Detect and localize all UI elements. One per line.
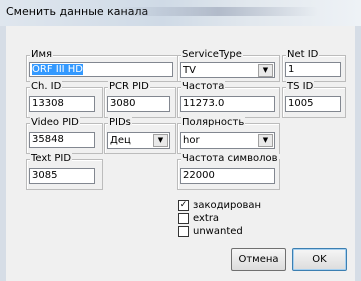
checkmark-icon[interactable]: ✓ xyxy=(178,200,189,211)
text-pid-label: Text PID xyxy=(30,153,73,165)
encrypted-label: закодирован xyxy=(193,200,262,211)
unwanted-label: unwanted xyxy=(193,226,243,237)
polarity-select[interactable]: hor ▼ xyxy=(180,132,275,149)
ts-id-label: TS ID xyxy=(286,81,315,93)
dialog-window: Сменить данные канала Имя ORF III HD Ser… xyxy=(0,0,361,281)
video-pid-input[interactable]: 35848 xyxy=(29,132,95,148)
pcr-pid-label: PCR PID xyxy=(108,81,150,93)
checkbox-box[interactable] xyxy=(178,226,189,237)
video-pid-label: Video PID xyxy=(30,117,80,129)
service-type-select[interactable]: TV ▼ xyxy=(180,62,275,78)
dropdown-arrow-icon[interactable]: ▼ xyxy=(258,64,273,77)
dialog-client: Имя ORF III HD ServiceType TV ▼ Net ID 1… xyxy=(6,26,355,281)
symbol-rate-label: Частота символов xyxy=(181,153,279,165)
cancel-button[interactable]: Отмена xyxy=(231,248,286,271)
pids-select[interactable]: Дец ▼ xyxy=(107,132,170,149)
name-label: Имя xyxy=(30,49,54,61)
dropdown-arrow-icon[interactable]: ▼ xyxy=(258,134,273,147)
pids-value: Дец xyxy=(110,135,131,146)
window-frame-right xyxy=(355,26,361,281)
text-pid-input[interactable]: 3085 xyxy=(29,168,95,184)
frequency-input[interactable]: 11273.0 xyxy=(180,96,275,112)
net-id-label: Net ID xyxy=(286,49,320,61)
polarity-value: hor xyxy=(183,135,200,146)
title-bar[interactable]: Сменить данные канала xyxy=(0,0,361,26)
service-type-label: ServiceType xyxy=(181,49,243,61)
service-type-value: TV xyxy=(183,65,196,76)
extra-label: extra xyxy=(193,213,220,224)
dropdown-arrow-icon[interactable]: ▼ xyxy=(153,134,168,147)
extra-checkbox[interactable]: extra xyxy=(178,213,219,224)
pcr-pid-input[interactable]: 3080 xyxy=(107,96,170,112)
ch-id-label: Ch. ID xyxy=(30,81,63,93)
symbol-rate-input[interactable]: 22000 xyxy=(180,168,275,184)
net-id-input[interactable]: 1 xyxy=(285,62,341,77)
frequency-label: Частота xyxy=(181,81,226,93)
ts-id-input[interactable]: 1005 xyxy=(285,96,341,112)
title-bar-blur xyxy=(118,7,318,16)
ok-button[interactable]: OK xyxy=(292,248,347,271)
pids-label: PIDs xyxy=(108,117,132,129)
ch-id-input[interactable]: 13308 xyxy=(29,96,95,112)
encrypted-checkbox[interactable]: ✓ закодирован xyxy=(178,200,261,211)
polarity-label: Полярность xyxy=(181,117,246,129)
checkbox-box[interactable] xyxy=(178,213,189,224)
name-input[interactable]: ORF III HD xyxy=(29,62,173,77)
unwanted-checkbox[interactable]: unwanted xyxy=(178,226,243,237)
